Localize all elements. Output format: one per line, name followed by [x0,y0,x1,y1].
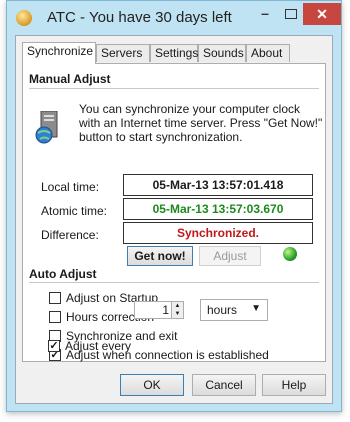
local-time-value: 05-Mar-13 13:57:01.418 [123,174,313,196]
checkbox-box[interactable] [49,292,61,304]
interval-value[interactable]: 1 [162,303,169,317]
auto-adjust-divider [29,282,319,283]
cancel-button[interactable]: Cancel [192,374,256,396]
app-window: ATC - You have 30 days left – ✕ Synchron… [6,0,342,412]
get-now-button[interactable]: Get now! [127,246,193,266]
tab-synchronize[interactable]: Synchronize [22,42,96,64]
computer-globe-icon [35,111,58,144]
checkbox-label: Adjust every [65,339,132,353]
manual-adjust-description: You can synchronize your computer clock … [79,102,323,144]
close-button[interactable]: ✕ [303,3,341,25]
local-time-label: Local time: [41,180,100,194]
tab-settings[interactable]: Settings [150,44,198,62]
auto-adjust-heading: Auto Adjust [29,267,97,281]
tab-servers[interactable]: Servers [96,44,150,62]
tab-about[interactable]: About [246,44,290,62]
title-bar[interactable]: ATC - You have 30 days left – ✕ [7,1,341,35]
interval-spinner[interactable]: 1 ▲ ▼ [134,301,184,319]
manual-adjust-heading: Manual Adjust [29,72,111,86]
dialog-body: Synchronize Servers Settings Sounds Abou… [15,35,333,404]
difference-label: Difference: [41,228,99,242]
interval-unit-value: hours [207,303,238,317]
interval-unit-select[interactable]: hours ▼ [200,299,268,321]
tab-sounds[interactable]: Sounds [198,44,246,62]
atomic-time-value: 05-Mar-13 13:57:03.670 [123,198,313,220]
maximize-icon [285,9,297,19]
manual-adjust-divider [29,88,319,89]
atomic-time-label: Atomic time: [41,204,108,218]
adjust-button[interactable]: Adjust [199,246,261,266]
connection-status-icon [283,247,297,261]
help-button[interactable]: Help [262,374,326,396]
ok-button[interactable]: OK [120,374,184,396]
maximize-button[interactable] [279,3,303,25]
clock-app-icon [16,10,32,26]
spinner-arrows-icon[interactable]: ▲ ▼ [171,302,183,318]
checkbox-box[interactable] [49,311,61,323]
window-title: ATC - You have 30 days left [47,9,232,26]
minimize-button[interactable]: – [253,3,277,25]
chevron-down-icon[interactable]: ▼ [251,303,261,314]
difference-value: Synchronized. [123,222,313,244]
checkmark-icon[interactable]: ✓ [48,340,60,352]
